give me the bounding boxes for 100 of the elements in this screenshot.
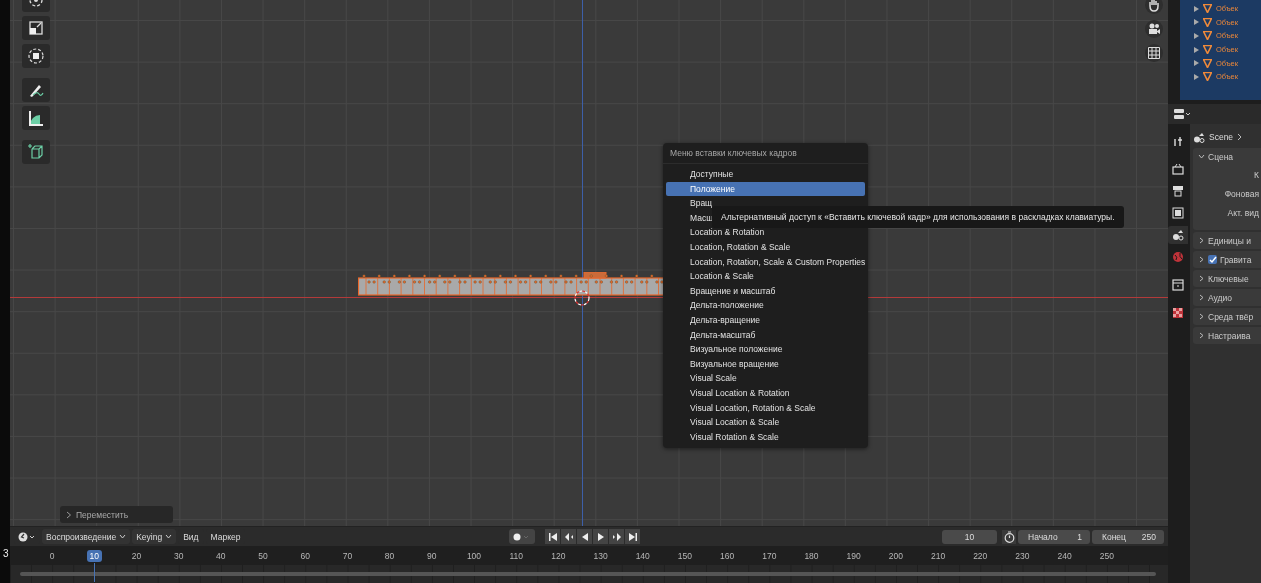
prev-keyframe-button[interactable] <box>561 529 577 544</box>
jump-end-icon <box>627 531 638 542</box>
add-cube-tool[interactable] <box>22 140 50 164</box>
tool-icon <box>1172 135 1184 147</box>
editor-type-button[interactable] <box>1172 107 1193 121</box>
play-icon <box>595 531 606 542</box>
menu-item[interactable]: Location & Rotation <box>666 225 865 240</box>
frame-number: 90 <box>426 549 438 562</box>
menu-item[interactable]: Дельта-положение <box>666 298 865 313</box>
scene-icon <box>1172 229 1184 241</box>
grid-glyph-icon <box>1147 46 1161 60</box>
scrollbar[interactable] <box>20 572 1156 576</box>
menu-item[interactable]: Положение <box>666 181 865 197</box>
pencil-tool[interactable] <box>22 78 50 102</box>
menu-item[interactable]: Location & Scale <box>666 269 865 284</box>
frame-number: 200 <box>887 549 904 562</box>
frame-number: 160 <box>719 549 736 562</box>
frame-number: 130 <box>592 549 609 562</box>
last-operator-panel[interactable]: Переместить <box>60 506 173 523</box>
scale-icon <box>27 19 45 37</box>
menu-item[interactable]: Дельта-вращение <box>666 312 865 328</box>
frame-number: 190 <box>845 549 862 562</box>
scale-tool[interactable] <box>22 16 50 40</box>
field-label: Акт. вид <box>1227 207 1259 218</box>
transform-icon <box>27 47 45 65</box>
3d-cursor-icon <box>572 288 592 308</box>
frame-number: 100 <box>465 549 483 562</box>
playhead-line <box>94 563 96 582</box>
menu-item[interactable]: Visual Location, Rotation & Scale <box>666 400 865 416</box>
frame-number: 170 <box>761 549 778 562</box>
frame-number: 50 <box>257 549 269 562</box>
section-title[interactable]: Гравита <box>1220 254 1252 265</box>
section-title[interactable]: Сцена <box>1208 151 1234 162</box>
checkbox[interactable] <box>1208 255 1217 264</box>
section-title[interactable]: Единицы и <box>1208 235 1251 246</box>
menu-item[interactable]: Доступные <box>666 167 865 182</box>
frame-number: 140 <box>634 549 651 562</box>
chevron-right-icon <box>1237 133 1243 141</box>
chevron-right-icon[interactable] <box>1198 275 1205 282</box>
menu-item[interactable]: Visual Rotation & Scale <box>666 429 865 445</box>
tooltip: Альтернативный доступ к «Вставить ключевой кадр» для использования в раскладках клавиатуры. <box>712 206 1124 228</box>
menu-item[interactable]: Вращение и масштаб <box>666 283 865 299</box>
frame-number: 60 <box>299 549 311 562</box>
chevron-down-icon <box>165 534 173 539</box>
output-icon <box>1172 185 1184 197</box>
section-title[interactable]: Ключевые <box>1208 273 1249 284</box>
menu-item[interactable]: Location, Rotation & Scale <box>666 239 865 255</box>
frame-number: 20 <box>130 549 143 562</box>
scene-icon <box>1193 131 1205 143</box>
play-reverse-button[interactable] <box>577 529 593 544</box>
frame-number: 40 <box>215 549 227 562</box>
menu-item[interactable]: Visual Location & Rotation <box>666 385 865 401</box>
menu-item[interactable]: Визуальное положение <box>666 342 865 357</box>
jump-end-button[interactable] <box>625 529 641 544</box>
menu-item[interactable]: Location, Rotation, Scale & Custom Properties <box>666 254 865 270</box>
checkmark-icon <box>1208 255 1217 264</box>
stopwatch-icon[interactable] <box>1002 529 1016 544</box>
dropdown-menu[interactable]: Воспроизведение <box>42 529 131 544</box>
section-title[interactable]: Настраива <box>1208 330 1251 341</box>
section-title[interactable]: Аудио <box>1208 292 1232 303</box>
grid-icon[interactable] <box>1145 44 1163 62</box>
camera-icon[interactable] <box>1145 20 1163 38</box>
section-title[interactable]: Среда твёр <box>1208 311 1254 322</box>
frame-number: 0 <box>48 549 56 562</box>
texture-icon <box>1172 307 1184 319</box>
ruler-tool[interactable] <box>22 106 50 130</box>
next-keyframe-icon <box>611 531 622 542</box>
menu-item[interactable]: Дельта-масштаб <box>666 327 865 343</box>
end-frame-field[interactable]: Конец 250 <box>1092 529 1164 544</box>
chevron-down-icon[interactable] <box>1198 153 1205 160</box>
editor-type-icon <box>1174 109 1191 119</box>
chevron-right-icon <box>66 510 72 519</box>
next-keyframe-button[interactable] <box>609 529 625 544</box>
chevron-right-icon[interactable] <box>1198 294 1205 301</box>
field-label: К <box>1254 169 1259 180</box>
current-frame-field[interactable]: 10 <box>942 529 997 544</box>
scene-tab[interactable] <box>1168 226 1188 244</box>
current-frame-marker[interactable]: 10 <box>86 549 102 562</box>
record-button[interactable] <box>509 529 536 544</box>
jump-start-button[interactable] <box>545 529 561 544</box>
expand-arrow-icon[interactable] <box>1194 33 1199 39</box>
frame-number: 180 <box>803 549 820 562</box>
menu-item[interactable]: Visual Location & Scale <box>666 415 865 430</box>
hand-icon[interactable] <box>1145 0 1163 14</box>
chevron-right-icon[interactable] <box>1198 237 1205 244</box>
play-button[interactable] <box>593 529 609 544</box>
field-label: Фоновая <box>1224 188 1259 199</box>
jump-start-icon <box>547 531 558 542</box>
dropdown-menu[interactable]: Keying <box>132 529 177 544</box>
menu-item[interactable]: Visual Scale <box>666 371 865 386</box>
chevron-right-icon[interactable] <box>1198 332 1205 339</box>
transform-tool[interactable] <box>22 44 50 68</box>
chevron-right-icon[interactable] <box>1198 256 1205 263</box>
frame-number: 70 <box>341 549 354 562</box>
add-cube-icon <box>27 143 45 161</box>
menu-item[interactable]: Визуальное вращение <box>666 356 865 372</box>
chevron-right-icon[interactable] <box>1198 313 1205 320</box>
render-icon <box>1172 163 1184 175</box>
start-frame-field[interactable]: Начало 1 <box>1018 529 1090 544</box>
frame-number: 240 <box>1056 549 1073 562</box>
